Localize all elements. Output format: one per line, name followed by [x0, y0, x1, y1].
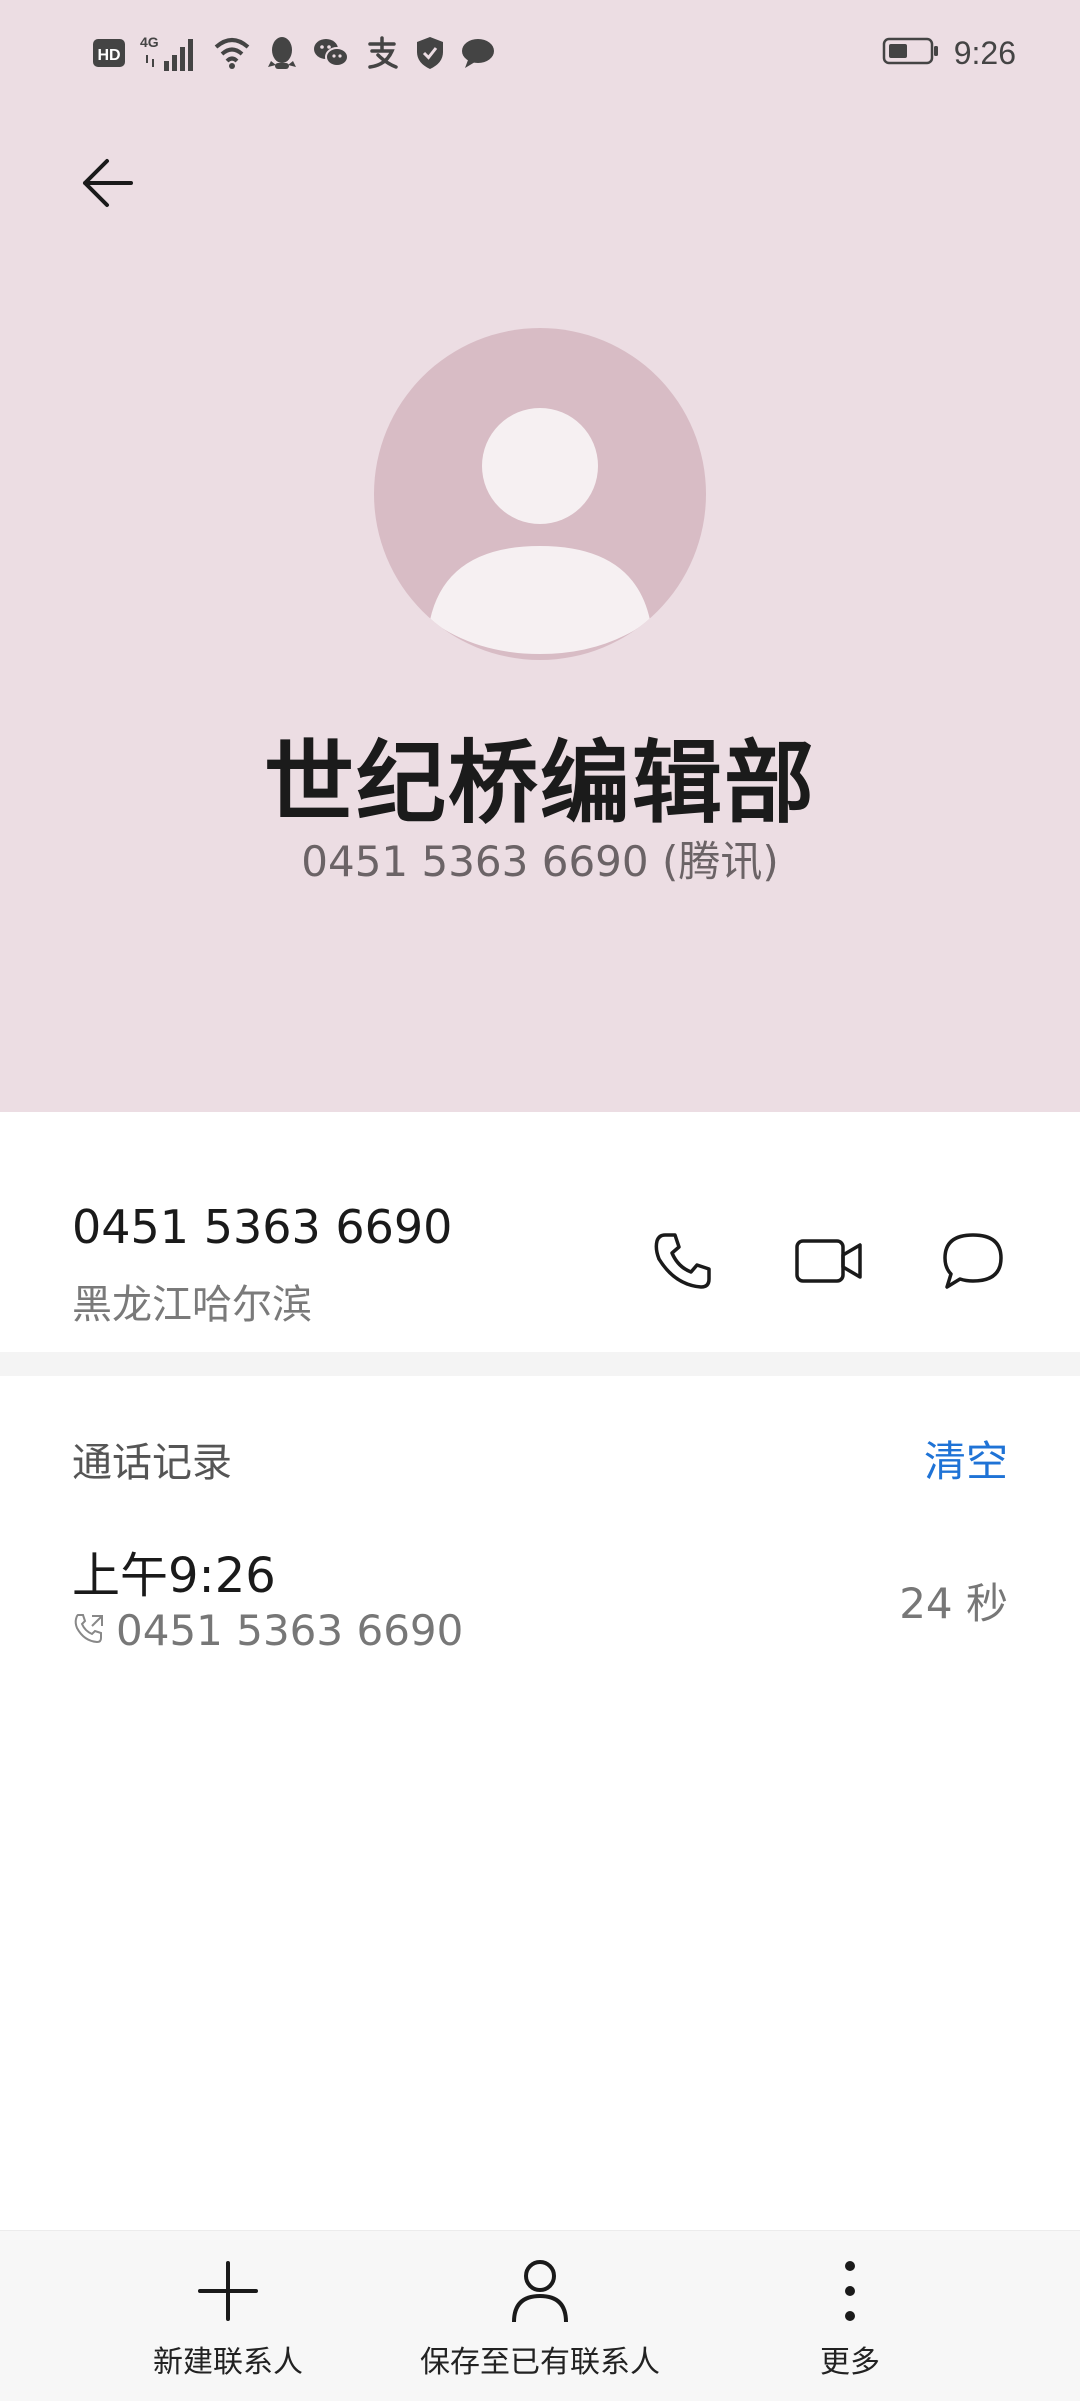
- call-button[interactable]: [638, 1218, 728, 1308]
- call-log-title: 通话记录: [72, 1440, 232, 1486]
- message-icon: [460, 36, 496, 70]
- qq-icon: [266, 35, 298, 71]
- status-time: 9:26: [953, 34, 1016, 71]
- call-time: 上午9:26: [72, 1548, 276, 1604]
- avatar: [374, 328, 706, 660]
- outgoing-call-icon: [72, 1612, 106, 1650]
- section-divider: [0, 1352, 1080, 1376]
- wechat-icon: [312, 36, 350, 70]
- person-icon: [510, 2258, 570, 2328]
- svg-text:4G: 4G: [140, 34, 159, 50]
- hd-icon: HD: [92, 36, 126, 70]
- new-contact-button[interactable]: 新建联系人: [108, 2231, 348, 2401]
- phone-number-row[interactable]: 0451 5363 6690 黑龙江哈尔滨: [0, 1112, 1080, 1352]
- bottom-action-bar: 新建联系人 保存至已有联系人 更多: [0, 2230, 1080, 2401]
- message-button[interactable]: [928, 1218, 1018, 1308]
- chat-bubble-icon: [941, 1231, 1005, 1295]
- person-placeholder-icon: [430, 408, 650, 654]
- contact-name: 世纪桥编辑部: [264, 731, 816, 836]
- more-vertical-icon: [842, 2258, 858, 2328]
- plus-icon: [196, 2259, 260, 2327]
- phone-location: 黑龙江哈尔滨: [72, 1282, 312, 1328]
- shield-icon: [414, 35, 446, 71]
- save-to-existing-contact-button[interactable]: 保存至已有联系人: [400, 2231, 680, 2401]
- video-camera-icon: [794, 1236, 864, 1290]
- arrow-left-icon: [77, 153, 137, 217]
- phone-icon: [651, 1229, 715, 1297]
- 4g-signal-icon: 4G: [140, 33, 198, 73]
- new-contact-label: 新建联系人: [153, 2345, 303, 2380]
- svg-text:HD: HD: [97, 47, 120, 64]
- more-button[interactable]: 更多: [760, 2231, 940, 2401]
- video-call-button[interactable]: [784, 1218, 874, 1308]
- save-to-existing-label: 保存至已有联系人: [420, 2345, 660, 2380]
- clear-call-log-button[interactable]: 清空: [924, 1428, 1008, 1489]
- call-duration: 24 秒: [899, 1579, 1008, 1628]
- call-number: 0451 5363 6690: [116, 1606, 464, 1655]
- back-button[interactable]: [64, 142, 150, 228]
- phone-number: 0451 5363 6690: [72, 1200, 453, 1254]
- contact-subtitle: 0451 5363 6690 (腾讯): [301, 837, 779, 886]
- alipay-icon: [364, 35, 400, 71]
- more-label: 更多: [820, 2345, 880, 2380]
- wifi-icon: [212, 35, 252, 71]
- battery-icon: [882, 36, 940, 70]
- status-bar: HD 4G 9:26: [0, 0, 1080, 106]
